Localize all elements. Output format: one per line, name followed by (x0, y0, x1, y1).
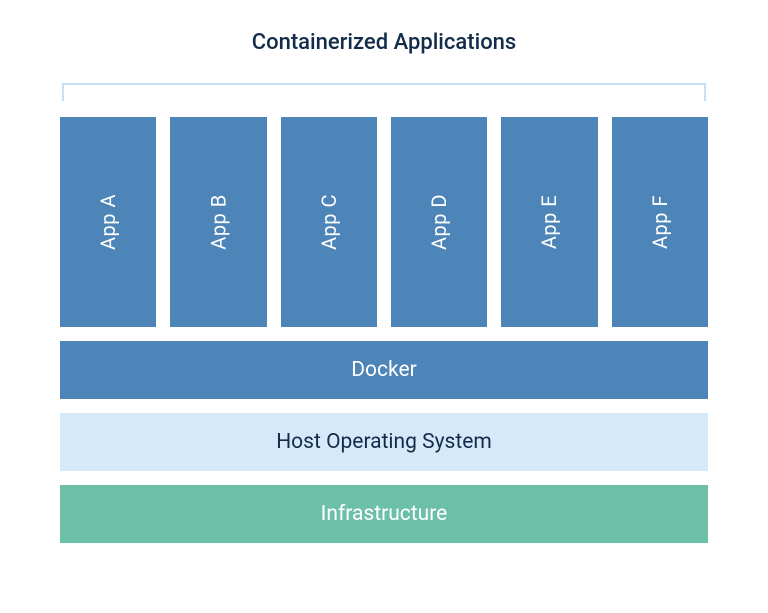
app-label-c: App C (317, 194, 341, 250)
layer-docker: Docker (60, 341, 708, 399)
layer-infra-label: Infrastructure (321, 502, 448, 526)
app-box-b: App B (170, 117, 266, 327)
layer-docker-label: Docker (351, 358, 416, 382)
app-box-c: App C (281, 117, 377, 327)
app-box-d: App D (391, 117, 487, 327)
layer-infrastructure: Infrastructure (60, 485, 708, 543)
diagram-container: Containerized Applications App A App B A… (60, 30, 708, 543)
app-label-f: App F (648, 195, 672, 249)
app-box-e: App E (501, 117, 597, 327)
app-box-f: App F (612, 117, 708, 327)
app-label-a: App A (96, 194, 120, 250)
apps-row: App A App B App C App D App E App F (60, 117, 708, 327)
app-label-e: App E (537, 195, 561, 249)
layer-host-os: Host Operating System (60, 413, 708, 471)
app-box-a: App A (60, 117, 156, 327)
grouping-bracket (62, 83, 706, 101)
app-label-d: App D (427, 194, 451, 250)
layer-host-label: Host Operating System (276, 430, 492, 454)
app-label-b: App B (206, 194, 230, 249)
diagram-title: Containerized Applications (60, 30, 708, 55)
